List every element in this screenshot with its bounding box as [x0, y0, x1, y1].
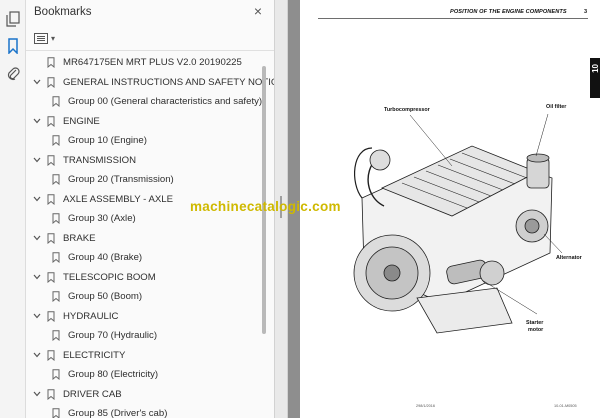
bookmark-icon: [52, 330, 61, 342]
bookmark-item[interactable]: BRAKE: [32, 229, 96, 248]
bookmark-label: ELECTRICITY: [63, 349, 126, 361]
bookmark-label: Group 00 (General characteristics and sa…: [68, 96, 263, 107]
bookmark-icon: [47, 115, 56, 127]
chevron-down-icon[interactable]: [32, 311, 42, 321]
bookmark-item[interactable]: TELESCOPIC BOOM: [32, 268, 156, 287]
bookmark-subitem[interactable]: Group 85 (Driver's cab): [52, 404, 167, 418]
bookmark-icon: [52, 408, 61, 418]
bookmark-subitem[interactable]: Group 80 (Electricity): [52, 365, 158, 384]
bookmark-item[interactable]: HYDRAULIC: [32, 307, 118, 326]
chevron-down-icon: ▾: [51, 33, 56, 43]
bookmark-icon: [47, 388, 56, 400]
bookmark-label: Group 70 (Hydraulic): [68, 330, 158, 341]
bookmark-label: TELESCOPIC BOOM: [63, 271, 156, 283]
bookmark-icon: [47, 349, 56, 361]
callout-turbocompressor: Turbocompressor: [384, 107, 430, 113]
bookmark-label: Group 50 (Boom): [68, 291, 143, 302]
bookmark-label: Group 30 (Axle): [68, 213, 136, 224]
attachment-icon[interactable]: [4, 64, 22, 82]
chevron-down-icon[interactable]: [32, 77, 42, 87]
bookmark-subitem[interactable]: Group 50 (Boom): [52, 287, 142, 306]
panel-header: Bookmarks ×: [26, 0, 274, 26]
bookmark-label: MR647175EN MRT PLUS V2.0 20190225: [63, 57, 242, 68]
bookmark-label: HYDRAULIC: [63, 310, 119, 322]
page-header-title: POSITION OF THE ENGINE COMPONENTS: [450, 9, 567, 15]
bookmark-icon: [47, 57, 56, 69]
bookmark-icon: [52, 174, 61, 186]
bookmark-label: DRIVER CAB: [63, 388, 122, 400]
bookmark-label: Group 40 (Brake): [68, 252, 143, 263]
bookmark-icon: [47, 154, 56, 166]
bookmark-subitem[interactable]: Group 40 (Brake): [52, 248, 142, 267]
page-number: 3: [584, 9, 588, 15]
chapter-number: 10: [591, 64, 600, 73]
document-page: POSITION OF THE ENGINE COMPONENTS 3 10 T…: [300, 0, 600, 418]
bookmark-subitem[interactable]: Group 00 (General characteristics and sa…: [52, 92, 262, 111]
chevron-down-icon[interactable]: [32, 233, 42, 243]
bookmark-icon: [47, 76, 56, 88]
bookmark-subitem[interactable]: Group 10 (Engine): [52, 131, 147, 150]
callout-alternator: Alternator: [556, 255, 582, 261]
panel-title: Bookmarks: [34, 6, 92, 18]
bookmark-icon: [47, 310, 56, 322]
chevron-down-icon[interactable]: [32, 194, 42, 204]
bookmark-item[interactable]: ENGINE: [32, 112, 100, 131]
bookmark-subitem[interactable]: Group 70 (Hydraulic): [52, 326, 157, 345]
list-options-icon: [34, 32, 48, 44]
divider: [26, 50, 274, 51]
close-icon[interactable]: ×: [254, 4, 262, 18]
chevron-down-icon[interactable]: [32, 116, 42, 126]
pages-icon[interactable]: [4, 10, 22, 28]
callout-oil-filter: Oil filter: [546, 104, 567, 110]
bookmark-icon: [52, 252, 61, 264]
bookmark-label: AXLE ASSEMBLY - AXLE: [63, 193, 174, 205]
bookmark-item[interactable]: MR647175EN MRT PLUS V2.0 20190225: [32, 53, 242, 72]
chevron-down-icon[interactable]: [32, 272, 42, 282]
bookmark-icon: [47, 193, 56, 205]
bookmark-icon: [47, 232, 56, 244]
bookmark-icon[interactable]: [4, 37, 22, 55]
chevron-down-icon[interactable]: [32, 389, 42, 399]
bookmark-icon: [52, 369, 61, 381]
bookmark-icon: [52, 135, 61, 147]
page-footer: 298/1/2016 10-01-M0505: [318, 404, 588, 412]
bookmark-label: Group 10 (Engine): [68, 135, 147, 146]
bookmark-item[interactable]: DRIVER CAB: [32, 385, 122, 404]
bookmark-subitem[interactable]: Group 30 (Axle): [52, 209, 136, 228]
bookmark-item[interactable]: AXLE ASSEMBLY - AXLE: [32, 190, 173, 209]
bookmark-label: TRANSMISSION: [63, 154, 137, 166]
bookmark-subitem[interactable]: Group 20 (Transmission): [52, 170, 174, 189]
bookmark-label: ENGINE: [63, 115, 100, 127]
watermark: machinecatalogic.com: [190, 199, 341, 214]
bookmark-icon: [52, 291, 61, 303]
bookmark-item[interactable]: ELECTRICITY: [32, 346, 125, 365]
options-menu-button[interactable]: ▾: [34, 30, 62, 46]
chevron-down-icon[interactable]: [32, 155, 42, 165]
chapter-tab: 10: [590, 58, 600, 98]
callout-starter-motor: motor: [528, 327, 544, 333]
bookmark-label: Group 20 (Transmission): [68, 174, 174, 185]
bookmark-icon: [52, 96, 61, 108]
engine-illustration: [353, 113, 563, 334]
chevron-down-icon[interactable]: [32, 350, 42, 360]
bookmark-label: Group 85 (Driver's cab): [68, 408, 168, 418]
bookmark-label: Group 80 (Electricity): [68, 369, 159, 380]
callout-starter: Starter: [526, 320, 544, 326]
left-toolbar: [0, 0, 26, 418]
bookmark-item[interactable]: GENERAL INSTRUCTIONS AND SAFETY NOTICE: [32, 73, 284, 92]
bookmark-label: GENERAL INSTRUCTIONS AND SAFETY NOTICE: [63, 76, 285, 88]
bookmark-icon: [52, 213, 61, 225]
bookmark-item[interactable]: TRANSMISSION: [32, 151, 136, 170]
bookmark-icon: [47, 271, 56, 283]
bookmark-label: BRAKE: [63, 232, 96, 244]
footer-date: 298/1/2016: [416, 404, 436, 408]
footer-code: 10-01-M0505: [554, 404, 577, 408]
